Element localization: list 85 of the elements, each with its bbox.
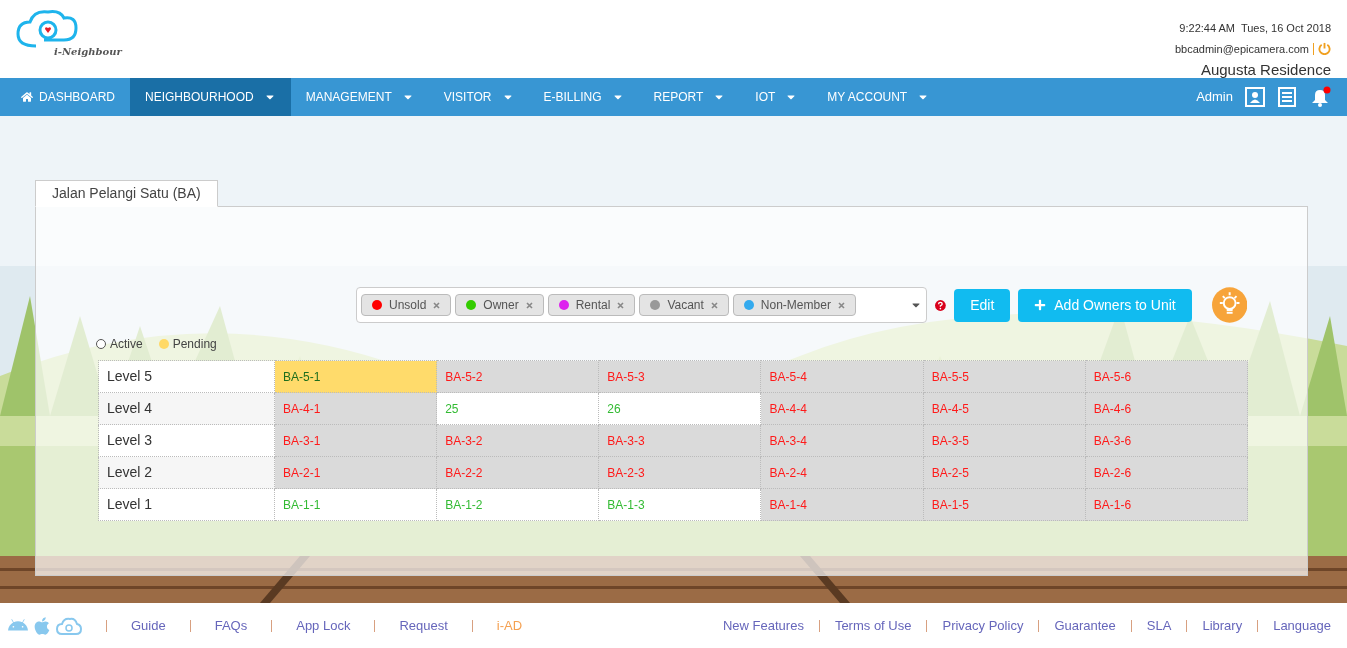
- nav-tab[interactable]: VISITOR: [428, 78, 529, 116]
- add-owners-button[interactable]: Add Owners to Unit: [1018, 288, 1192, 322]
- list-icon[interactable]: [1277, 87, 1297, 107]
- footer-link[interactable]: App Lock: [296, 615, 351, 636]
- unit-cell[interactable]: BA-5-3: [598, 360, 761, 393]
- unit-cell[interactable]: 26: [598, 392, 761, 425]
- unit-cell[interactable]: BA-5-1: [274, 360, 437, 393]
- status-tag: Vacant: [639, 294, 729, 316]
- unit-cell[interactable]: BA-4-5: [923, 392, 1086, 425]
- nav-tab[interactable]: IOT: [740, 78, 813, 116]
- footer-link[interactable]: Guarantee: [1054, 615, 1116, 636]
- edit-button[interactable]: Edit: [954, 288, 1011, 322]
- unit-cell[interactable]: 25: [436, 392, 599, 425]
- power-icon[interactable]: [1318, 42, 1331, 56]
- footer-link[interactable]: Guide: [131, 615, 166, 636]
- status-select[interactable]: Unsold Owner Rental Vacant Non-Member: [356, 287, 928, 323]
- legend-label: Pending: [172, 336, 217, 353]
- footer-link[interactable]: FAQs: [214, 615, 248, 636]
- date-time: 9:22:44 AM Tues, 16 Oct 2018: [1179, 21, 1331, 36]
- unit-cell[interactable]: BA-5-6: [1085, 360, 1248, 393]
- unit-cell[interactable]: BA-3-3: [598, 424, 761, 457]
- unit-cell[interactable]: BA-1-3: [598, 488, 761, 521]
- unit-cell[interactable]: BA-3-5: [923, 424, 1086, 457]
- unit-cell[interactable]: BA-1-1: [274, 488, 437, 521]
- unit-cell[interactable]: BA-2-1: [274, 456, 437, 489]
- nav-tab[interactable]: MANAGEMENT: [290, 78, 429, 116]
- nav-tab[interactable]: MY ACCOUNT: [812, 78, 945, 116]
- unit-cell[interactable]: BA-1-4: [760, 488, 924, 521]
- remove-icon[interactable]: [617, 301, 625, 309]
- unit-cell[interactable]: BA-2-6: [1085, 456, 1248, 489]
- unit-cell[interactable]: BA-2-2: [436, 456, 599, 489]
- nav-tab[interactable]: REPORT: [638, 78, 741, 116]
- level-cell: Level 3: [98, 424, 275, 457]
- unit-cell[interactable]: BA-1-5: [923, 488, 1086, 521]
- profile-card-icon[interactable]: [1245, 87, 1265, 107]
- unit-cell[interactable]: BA-4-6: [1085, 392, 1248, 425]
- footer-link[interactable]: SLA: [1146, 615, 1172, 636]
- user-name: Admin: [1196, 88, 1233, 107]
- ad-link[interactable]: i-AD: [496, 615, 523, 636]
- unit-cell[interactable]: BA-2-3: [598, 456, 761, 489]
- unit-cell[interactable]: BA-5-2: [436, 360, 599, 393]
- user-email: bbcadmin@epicamera.com: [1174, 41, 1309, 57]
- nav-tab[interactable]: E-BILLING: [528, 78, 639, 116]
- logo-text: i-Neighbour: [54, 45, 122, 59]
- level-cell: Level 2: [98, 456, 275, 489]
- unit-cell[interactable]: BA-5-5: [923, 360, 1086, 393]
- footer-link[interactable]: New Features: [722, 615, 804, 636]
- unit-cell[interactable]: BA-3-6: [1085, 424, 1248, 457]
- footer-link[interactable]: Library: [1202, 615, 1243, 636]
- footer-link[interactable]: Terms of Use: [834, 615, 912, 636]
- unit-cell[interactable]: BA-5-4: [760, 360, 924, 393]
- nav-tab[interactable]: DASHBOARD: [6, 78, 130, 116]
- footer-link[interactable]: Language: [1273, 615, 1331, 636]
- help-icon[interactable]: [935, 299, 947, 311]
- residence-name: Augusta Residence: [1200, 60, 1331, 80]
- remove-icon[interactable]: [710, 301, 718, 309]
- lightbulb-icon[interactable]: [1211, 287, 1247, 323]
- footer-link[interactable]: Privacy Policy: [942, 615, 1024, 636]
- unit-cell[interactable]: BA-3-1: [274, 424, 437, 457]
- unit-cell[interactable]: BA-3-2: [436, 424, 599, 457]
- unit-cell[interactable]: BA-4-1: [274, 392, 437, 425]
- nav-tab[interactable]: NEIGHBOURHOOD: [130, 78, 291, 116]
- status-tag: Non-Member: [732, 294, 856, 316]
- unit-cell[interactable]: BA-2-4: [760, 456, 924, 489]
- status-tag: Unsold: [361, 294, 452, 316]
- level-cell: Level 1: [98, 488, 275, 521]
- home-icon: [21, 91, 33, 103]
- level-cell: Level 4: [98, 392, 275, 425]
- plus-icon: [1034, 299, 1047, 311]
- apple-icon[interactable]: [32, 615, 52, 636]
- remove-icon[interactable]: [433, 301, 441, 309]
- remove-icon[interactable]: [525, 301, 533, 309]
- cloud-icon[interactable]: [56, 615, 82, 636]
- remove-icon[interactable]: [837, 301, 845, 309]
- unit-cell[interactable]: BA-3-4: [760, 424, 924, 457]
- legend-label: Active: [110, 336, 143, 353]
- footer-link[interactable]: Request: [399, 615, 448, 636]
- unit-cell[interactable]: BA-4-4: [760, 392, 924, 425]
- status-tag: Rental: [547, 294, 636, 316]
- unit-cell[interactable]: BA-1-2: [436, 488, 599, 521]
- unit-cell[interactable]: BA-2-5: [923, 456, 1086, 489]
- unit-cell[interactable]: BA-1-6: [1085, 488, 1248, 521]
- status-tag: Owner: [455, 294, 544, 316]
- level-cell: Level 5: [98, 360, 275, 393]
- tab[interactable]: Jalan Pelangi Satu (BA): [35, 180, 218, 207]
